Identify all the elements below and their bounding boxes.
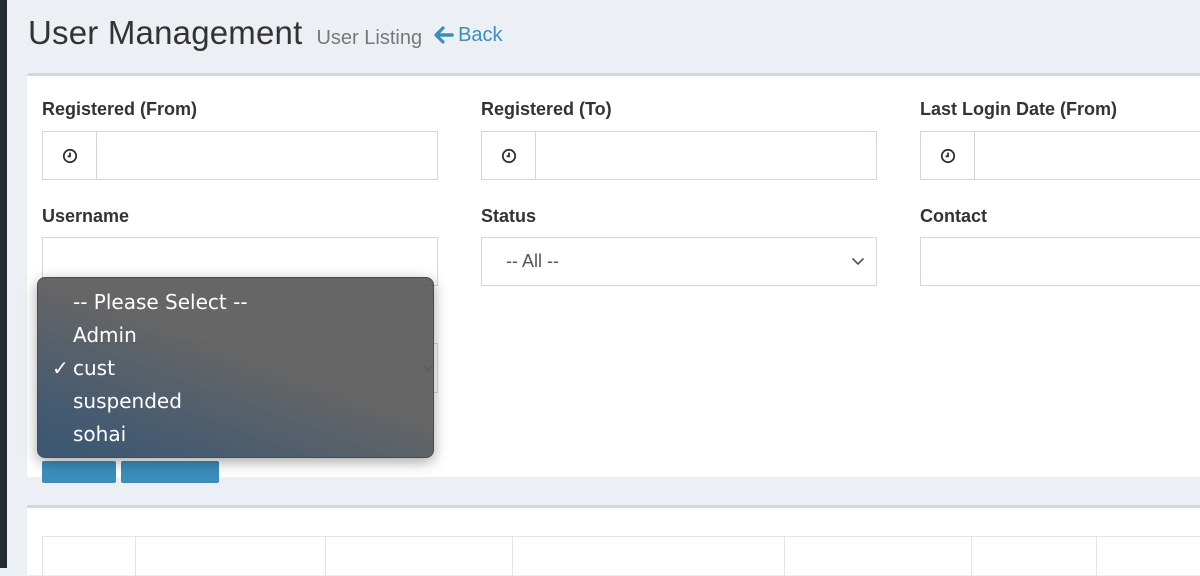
table-header-cell — [513, 537, 785, 576]
table-header-cell — [43, 537, 136, 576]
reset-button[interactable] — [121, 461, 219, 483]
dropdown-option-suspended[interactable]: suspended — [38, 386, 433, 419]
registered-from-field — [42, 131, 438, 180]
clock-icon — [43, 132, 97, 179]
chevron-down-icon — [851, 257, 865, 266]
dropdown-option-label: cust — [73, 356, 115, 380]
contact-label: Contact — [920, 206, 987, 227]
dropdown-option-sohai[interactable]: sohai — [38, 419, 433, 452]
page-subtitle: User Listing — [316, 27, 422, 50]
table-header — [42, 536, 1200, 576]
clock-icon — [921, 132, 975, 179]
table-header-cell — [972, 537, 1097, 576]
search-button[interactable] — [42, 461, 116, 483]
contact-input[interactable] — [920, 237, 1200, 286]
last-login-from-input[interactable] — [975, 132, 1200, 179]
checkmark-icon: ✓ — [52, 353, 69, 383]
table-header-cell — [1097, 537, 1200, 576]
status-select-value: -- All -- — [506, 251, 559, 272]
table-header-cell — [785, 537, 972, 576]
sidebar-edge — [0, 0, 7, 568]
table-header-cell — [136, 537, 326, 576]
registered-from-input[interactable] — [97, 132, 437, 179]
clock-icon — [482, 132, 536, 179]
dropdown-option-admin[interactable]: Admin — [38, 320, 433, 353]
listing-box — [27, 505, 1200, 575]
arrow-left-icon — [434, 26, 454, 44]
registered-to-input[interactable] — [536, 132, 876, 179]
status-label: Status — [481, 206, 536, 227]
last-login-from-label: Last Login Date (From) — [920, 99, 1117, 120]
last-login-from-field — [920, 131, 1200, 180]
dropdown-option-please-select[interactable]: -- Please Select -- — [38, 287, 433, 320]
page-title: User Management — [28, 14, 302, 52]
content-wrapper: User Management User Listing Back Regist… — [7, 0, 1200, 568]
registered-to-label: Registered (To) — [481, 99, 612, 120]
table-header-cell — [326, 537, 513, 576]
back-link-label: Back — [458, 24, 502, 47]
status-select[interactable]: -- All -- — [481, 237, 877, 286]
registered-from-label: Registered (From) — [42, 99, 197, 120]
registered-to-field — [481, 131, 877, 180]
role-dropdown-menu: -- Please Select -- Admin ✓ cust suspend… — [37, 277, 434, 458]
back-link[interactable]: Back — [434, 24, 502, 47]
content-header: User Management User Listing Back — [28, 14, 503, 52]
dropdown-option-cust[interactable]: ✓ cust — [38, 353, 433, 386]
username-label: Username — [42, 206, 129, 227]
